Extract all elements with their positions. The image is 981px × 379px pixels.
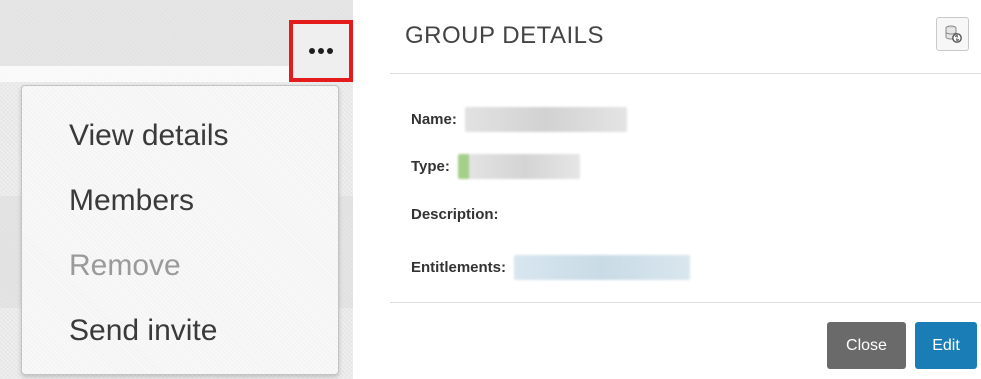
menu-item-remove: Remove [69, 249, 181, 282]
context-menu: View details Members Remove Send invite [21, 85, 339, 375]
edit-button[interactable]: Edit [915, 322, 977, 369]
menu-item-view-details[interactable]: View details [22, 103, 338, 168]
redacted-value [464, 107, 627, 132]
redacted-value [457, 154, 580, 179]
dialog-title: GROUP DETAILS [405, 22, 604, 49]
field-name-label: Name: [411, 111, 457, 128]
group-details-dialog: GROUP DETAILS Name: Type: Description: E… [390, 0, 981, 379]
footer-divider [390, 302, 981, 303]
refresh-button[interactable] [936, 17, 969, 51]
more-horizontal-icon [309, 48, 333, 54]
field-description-label: Description: [411, 206, 499, 223]
row-actions-panel: View details Members Remove Send invite [0, 0, 353, 379]
field-type-label: Type: [411, 158, 450, 175]
field-description: Description: [411, 206, 499, 223]
dialog-header: GROUP DETAILS [390, 0, 981, 74]
database-refresh-icon [945, 25, 962, 43]
field-type: Type: [411, 154, 580, 179]
redacted-value [514, 255, 691, 280]
more-actions-button[interactable] [289, 20, 353, 82]
menu-item-members[interactable]: Members [22, 168, 338, 233]
field-name: Name: [411, 107, 627, 132]
field-entitlements-label: Entitlements: [411, 259, 507, 276]
close-button[interactable]: Close [827, 322, 906, 369]
field-entitlements: Entitlements: [411, 255, 691, 280]
menu-item-send-invite[interactable]: Send invite [22, 298, 338, 363]
